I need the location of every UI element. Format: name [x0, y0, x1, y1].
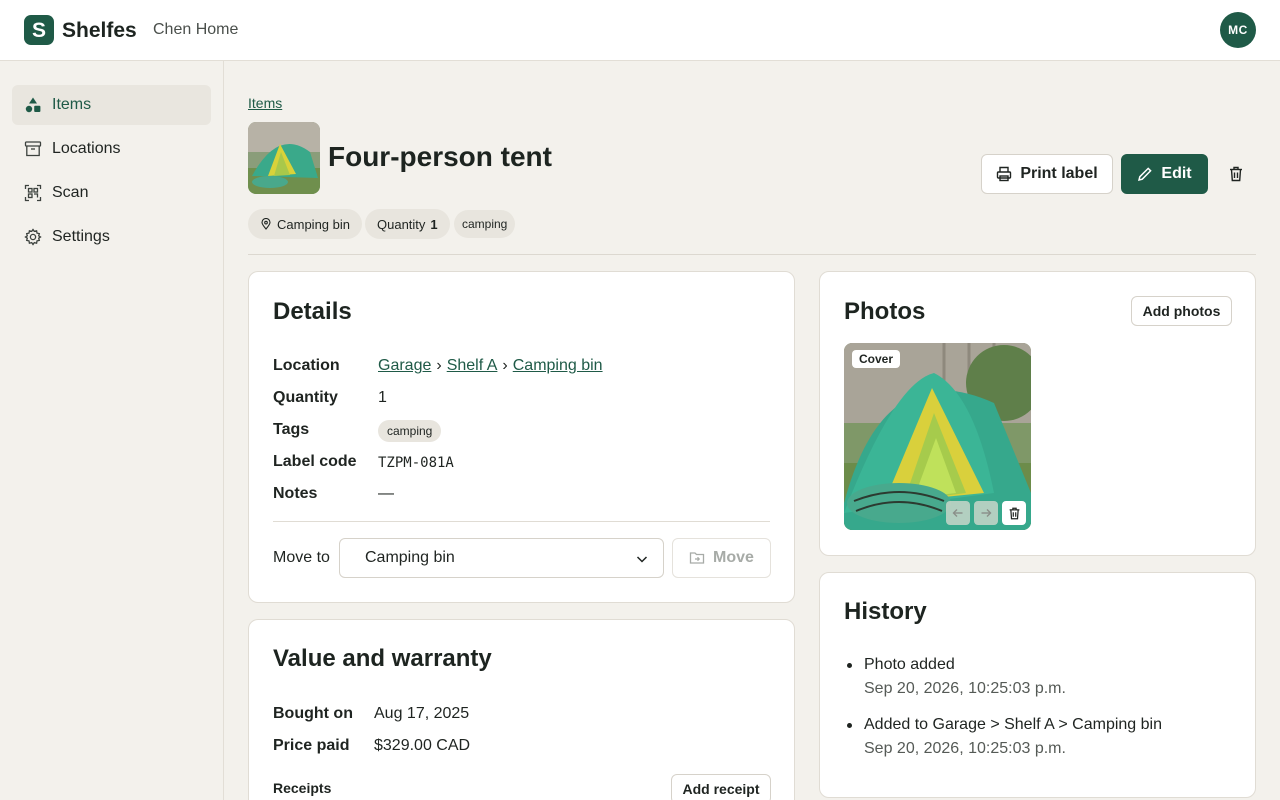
details-card: Details Location Garage › Shelf A › Camping … [248, 271, 795, 603]
history-entry-text: Photo added [864, 656, 955, 673]
sidebar-item-label: Settings [52, 228, 110, 245]
map-pin-icon [260, 218, 272, 230]
quantity-value: 1 [378, 389, 387, 406]
printer-icon [996, 166, 1012, 182]
sidebar-item-settings[interactable]: Settings [12, 217, 211, 257]
top-bar: S Shelfes Chen Home MC [0, 0, 1280, 61]
value-warranty-title: Value and warranty [273, 645, 492, 672]
history-bullet [847, 663, 852, 668]
user-avatar[interactable]: MC [1220, 12, 1256, 48]
location-chip-label: Camping bin [277, 216, 350, 232]
details-title: Details [273, 298, 352, 325]
move-to-select[interactable]: Camping bin [339, 538, 664, 578]
sidebar-item-locations[interactable]: Locations [12, 129, 211, 169]
move-to-selected: Camping bin [365, 549, 455, 566]
path-separator: › [436, 357, 442, 374]
location-path: Garage › Shelf A › Camping bin [378, 357, 603, 375]
trash-icon [1228, 166, 1244, 182]
bought-on-value: Aug 17, 2025 [374, 705, 470, 722]
item-thumbnail[interactable] [248, 122, 320, 194]
app-logo[interactable]: S [24, 15, 54, 45]
sidebar-item-label: Items [52, 96, 92, 113]
value-warranty-card: Value and warranty Bought on Aug 17, 202… [248, 619, 795, 800]
details-divider [273, 521, 770, 522]
add-photos-button[interactable]: Add photos [1131, 296, 1232, 326]
history-entry-text: Added to Garage > Shelf A > Camping bin [864, 716, 1162, 733]
print-label-text: Print label [1020, 165, 1098, 182]
location-chip: Camping bin [248, 209, 362, 239]
photo-prev-button[interactable] [946, 501, 970, 525]
scan-qr-icon [24, 184, 42, 202]
quantity-chip-value: 1 [430, 216, 438, 232]
logo-letter: S [31, 18, 46, 42]
move-button-text: Move [713, 549, 754, 566]
header-divider [248, 254, 1256, 255]
sidebar: Items Locations Scan Settings [0, 61, 224, 800]
history-entry-time: Sep 20, 2026, 10:25:03 p.m. [864, 740, 1066, 757]
arrow-left-icon [951, 506, 965, 520]
archive-box-icon [24, 140, 42, 158]
location-link-bin[interactable]: Camping bin [513, 357, 603, 374]
history-entry-time: Sep 20, 2026, 10:25:03 p.m. [864, 680, 1066, 697]
sidebar-item-label: Locations [52, 140, 121, 157]
move-to-label: Move to [273, 549, 330, 566]
location-link-garage[interactable]: Garage [378, 357, 431, 374]
price-paid-value: $329.00 CAD [374, 737, 471, 754]
arrow-right-icon [979, 506, 993, 520]
tag-chip: camping [454, 210, 516, 238]
label-code-value: TZPM-081A [378, 455, 454, 471]
sidebar-item-items[interactable]: Items [12, 85, 211, 125]
receipts-label: Receipts [273, 780, 332, 796]
app-brand[interactable]: Shelfes [62, 19, 137, 43]
pencil-icon [1137, 166, 1153, 182]
bought-on-label: Bought on [273, 705, 353, 722]
tag-pill: camping [378, 420, 442, 442]
edit-text: Edit [1161, 165, 1192, 182]
history-title: History [844, 598, 927, 625]
tags-label: Tags [273, 421, 310, 438]
tags-value: camping [378, 420, 442, 442]
quantity-label: Quantity [273, 389, 338, 406]
delete-item-button[interactable] [1224, 162, 1248, 186]
sidebar-item-label: Scan [52, 184, 89, 201]
page-title: Four-person tent [328, 141, 552, 172]
path-separator: › [502, 357, 508, 374]
photo-next-button[interactable] [974, 501, 998, 525]
workspace-name[interactable]: Chen Home [153, 21, 238, 39]
sidebar-item-scan[interactable]: Scan [12, 173, 211, 213]
chevron-down-icon [635, 552, 649, 566]
price-paid-label: Price paid [273, 737, 350, 754]
notes-label: Notes [273, 485, 318, 502]
folder-move-icon [689, 550, 705, 566]
notes-value: — [378, 485, 394, 502]
photos-title: Photos [844, 298, 926, 325]
photos-card: Photos Add photos Cover [819, 271, 1256, 556]
tag-chip-label: camping [462, 217, 508, 231]
breadcrumb-items[interactable]: Items [248, 95, 282, 111]
location-link-shelf[interactable]: Shelf A [447, 357, 498, 374]
move-button[interactable]: Move [672, 538, 771, 578]
history-card: History Photo added Sep 20, 2026, 10:25:… [819, 572, 1256, 798]
quantity-chip-label: Quantity [377, 216, 426, 232]
location-label: Location [273, 357, 340, 374]
cover-photo[interactable]: Cover [844, 343, 1031, 530]
label-code-label: Label code [273, 453, 357, 470]
photo-delete-button[interactable] [1002, 501, 1026, 525]
edit-button[interactable]: Edit [1121, 154, 1208, 194]
cover-badge: Cover [852, 350, 901, 368]
gear-icon [24, 228, 42, 246]
shapes-icon [24, 96, 42, 114]
history-bullet [847, 723, 852, 728]
print-label-button[interactable]: Print label [981, 154, 1113, 194]
add-receipt-button[interactable]: Add receipt [671, 774, 771, 800]
trash-icon [1008, 507, 1021, 520]
quantity-chip: Quantity 1 [365, 209, 450, 239]
